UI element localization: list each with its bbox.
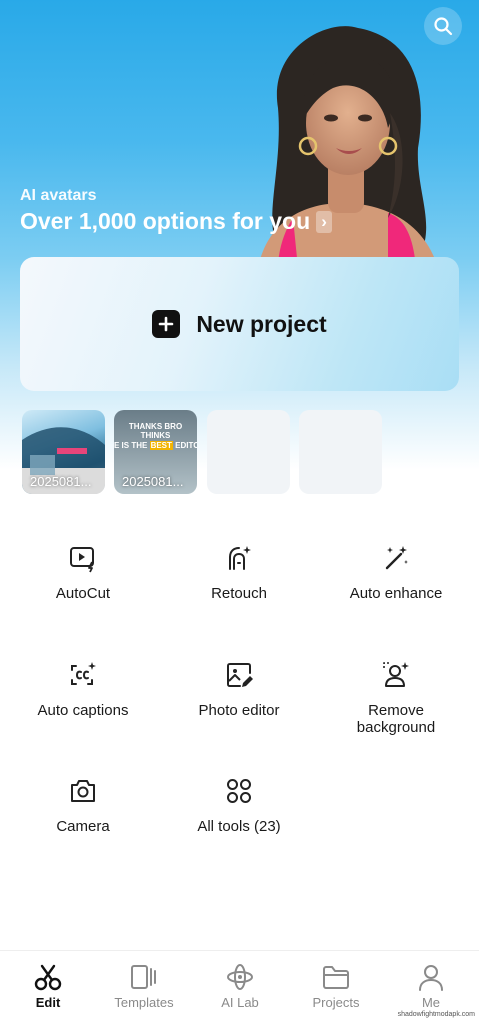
scissors-icon (34, 964, 62, 991)
retouch-icon (229, 546, 251, 570)
thumbnail-date: 2025081... (30, 474, 92, 489)
thumbnail-caption: THANKS BRO THINKS (128, 422, 183, 440)
tool-photo-editor[interactable]: Photo editor (159, 660, 319, 719)
search-icon (434, 17, 453, 36)
tool-all-tools[interactable]: All tools (23) (159, 776, 319, 835)
tool-retouch[interactable]: Retouch (159, 543, 319, 602)
tool-label: Auto enhance (349, 585, 443, 602)
recent-project-thumbnail[interactable]: 2025081... (22, 410, 105, 494)
magic-wand-icon (385, 546, 408, 570)
thumbnail-caption-line: E IS THE BEST EDITO (114, 441, 197, 450)
grid-icon (227, 779, 251, 803)
nav-projects[interactable]: Projects (288, 963, 384, 1010)
banner-title[interactable]: Over 1,000 options for you › (20, 208, 333, 235)
ai-avatars-banner[interactable]: AI avatars Over 1,000 options for you › (0, 0, 479, 470)
autocut-icon (70, 547, 94, 573)
nav-templates[interactable]: Templates (96, 963, 192, 1010)
tool-camera[interactable]: Camera (3, 776, 163, 835)
tool-label: Remove background (356, 702, 436, 736)
person-icon (419, 965, 443, 991)
thumbnail-date: 2025081... (122, 474, 184, 489)
tool-autocut[interactable]: AutoCut (3, 543, 163, 602)
templates-icon (131, 965, 156, 989)
remove-background-icon (383, 662, 409, 687)
captions-icon (71, 662, 96, 685)
ai-lab-icon (227, 964, 253, 990)
watermark-text: shadowfightmodapk.com (397, 1011, 475, 1018)
tool-auto-enhance[interactable]: Auto enhance (316, 543, 476, 602)
tool-label: All tools (23) (197, 818, 281, 835)
tool-auto-captions[interactable]: Auto captions (3, 660, 163, 719)
folder-icon (323, 966, 349, 989)
tool-label: Retouch (211, 585, 267, 602)
camera-icon (71, 780, 95, 802)
tool-label: Camera (56, 818, 110, 835)
nav-label: Me (421, 995, 441, 1010)
empty-thumbnail-slot (299, 410, 382, 494)
nav-ai-lab[interactable]: AI Lab (192, 963, 288, 1010)
tool-remove-background[interactable]: Remove background (316, 660, 476, 736)
nav-label: Edit (35, 995, 61, 1010)
recent-project-thumbnail[interactable]: THANKS BRO THINKS E IS THE BEST EDITO 20… (114, 410, 197, 494)
nav-label: AI Lab (221, 995, 259, 1010)
nav-edit[interactable]: Edit (0, 963, 96, 1010)
nav-label: Projects (312, 995, 360, 1010)
tool-label: Photo editor (198, 702, 280, 719)
tool-label: Auto captions (37, 702, 129, 719)
banner-title-text: Over 1,000 options for you (20, 208, 311, 234)
bottom-navigation: Edit Templates AI Lab Projects Me shadow… (0, 950, 479, 1024)
photo-edit-icon (227, 663, 253, 687)
banner-kicker: AI avatars (20, 187, 97, 204)
recent-projects-row: 2025081... THANKS BRO THINKS E IS THE BE… (22, 410, 462, 495)
chevron-right-icon: › (316, 210, 333, 233)
nav-me[interactable]: Me (383, 963, 479, 1010)
empty-thumbnail-slot (207, 410, 290, 494)
tool-label: AutoCut (55, 585, 111, 602)
nav-label: Templates (114, 995, 174, 1010)
search-button[interactable] (424, 7, 462, 45)
new-project-label: New project (196, 310, 327, 337)
new-project-button[interactable]: New project (20, 257, 459, 391)
plus-icon (152, 310, 181, 338)
